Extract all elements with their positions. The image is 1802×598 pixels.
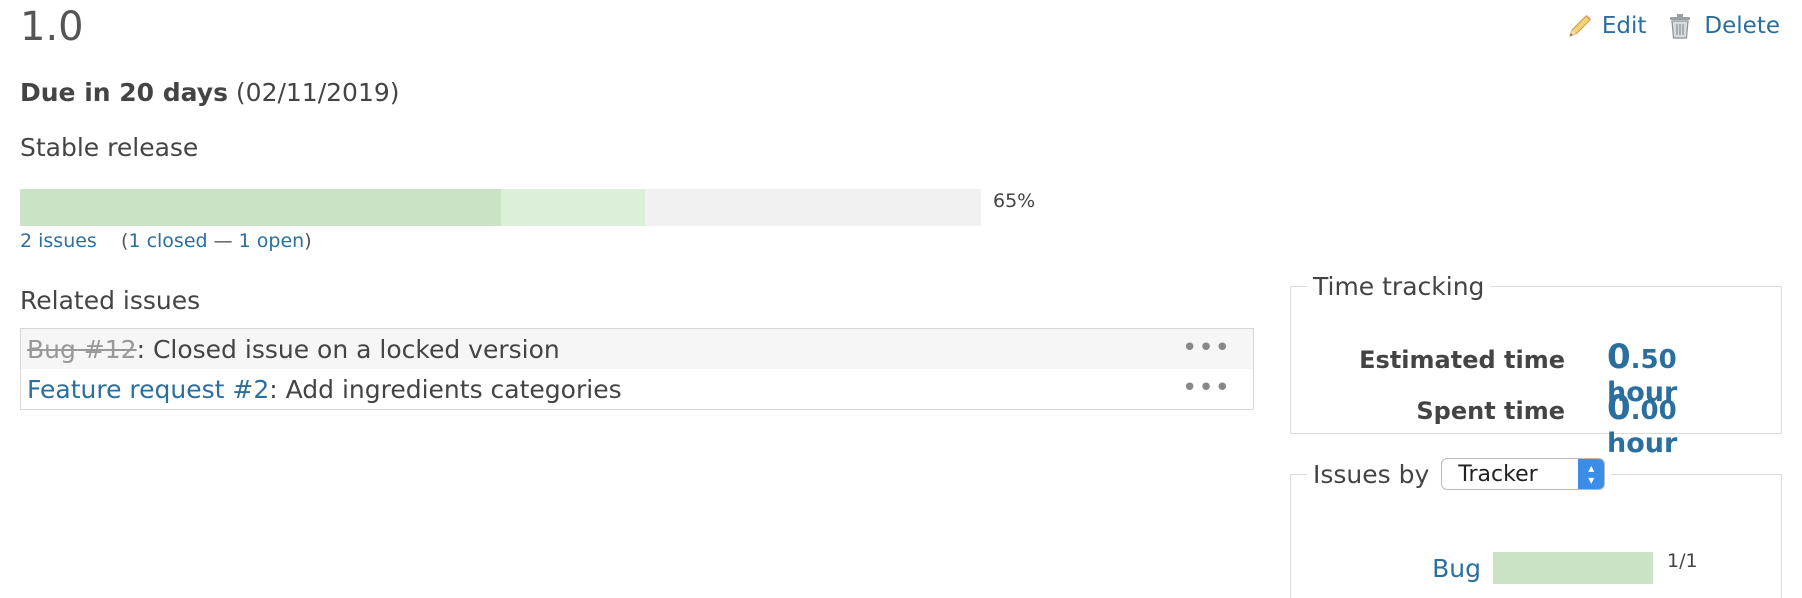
spent-hours-frac: .00 [1630,396,1677,426]
spent-time-label: Spent time [1416,397,1565,425]
spent-hours-int: 0 [1607,388,1631,428]
issue-counts: 2 issues (1 closed — 1 open) [20,230,312,252]
issues-by-row: Bug 1/1 [1419,550,1698,584]
related-issue-subject: : Closed issue on a locked version [136,334,560,364]
related-issue-link[interactable]: Feature request #2 [27,375,269,404]
related-issue-row: Feature request #2 : Add ingredients cat… [21,369,1253,409]
time-tracking-legend: Time tracking [1313,272,1485,301]
delete-button[interactable]: Delete [1668,12,1780,40]
version-progress-bar [20,189,981,226]
related-issue-row: Bug #12 : Closed issue on a locked versi… [21,329,1253,369]
issues-by-legend: Issues by Tracker ▴ ▾ [1307,458,1611,490]
edit-button[interactable]: Edit [1566,12,1647,40]
progress-percent: 65% [993,190,1036,212]
trash-icon [1668,12,1694,40]
estimated-hours-int: 0 [1607,337,1631,377]
delete-label: Delete [1704,13,1780,39]
spent-time-row: Spent time 0.00 hour [1265,388,1755,459]
related-issue-subject: : Add ingredients categories [269,374,622,404]
closed-issues-link[interactable]: 1 closed [128,230,207,252]
row-actions-menu[interactable]: ••• [1182,373,1231,403]
estimated-hours-frac: .50 [1630,345,1677,375]
open-issues-link[interactable]: 1 open [239,230,305,252]
tracker-progress-fill [1493,552,1653,584]
updown-arrows-icon: ▴ ▾ [1578,459,1605,489]
tracker-link[interactable]: Bug [1419,554,1481,583]
related-issue-link[interactable]: Bug #12 [27,335,137,364]
issues-by-label: Issues by [1313,459,1430,489]
related-issues-table: Bug #12 : Closed issue on a locked versi… [20,328,1254,410]
related-issues-title: Related issues [20,286,201,315]
counts-separator: — [207,230,239,252]
due-date-line: Due in 20 days (02/11/2019) [20,78,400,107]
issues-by-box: Issues by Tracker ▴ ▾ Bug 1/1 [1290,458,1782,598]
progress-closed-segment [20,189,501,226]
issues-by-selected: Tracker [1458,461,1538,487]
row-actions-menu[interactable]: ••• [1182,333,1231,363]
issues-by-select[interactable]: Tracker ▴ ▾ [1441,458,1606,490]
due-label: Due in 20 days [20,78,228,107]
spent-unit: hour [1607,428,1678,459]
due-date: (02/11/2019) [235,78,400,107]
pencil-icon [1566,12,1592,40]
time-tracking-box: Time tracking Estimated time 0.50 hour S… [1290,272,1782,459]
paren-close: ) [304,230,312,252]
estimated-time-label: Estimated time [1359,346,1565,374]
edit-label: Edit [1601,13,1647,39]
tracker-progress-bar [1493,552,1653,584]
issues-link[interactable]: 2 issues [20,230,97,252]
tracker-count: 1/1 [1667,550,1698,572]
spent-time-value[interactable]: 0.00 hour [1607,388,1755,459]
version-description: Stable release [20,133,199,162]
version-title: 1.0 [20,4,84,50]
version-actions: Edit Delete [1566,12,1780,40]
